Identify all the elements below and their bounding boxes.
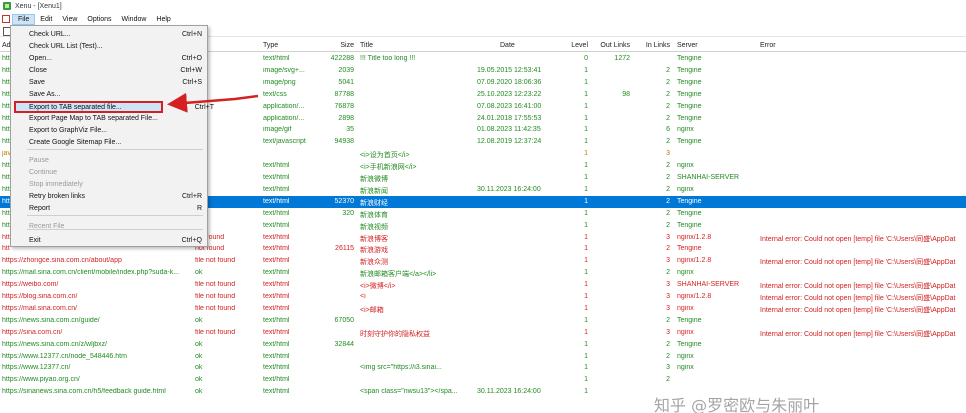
zhihu-watermark: 知乎 @罗密欧与朱丽叶: [654, 396, 820, 413]
annotation-arrow: [167, 92, 259, 113]
